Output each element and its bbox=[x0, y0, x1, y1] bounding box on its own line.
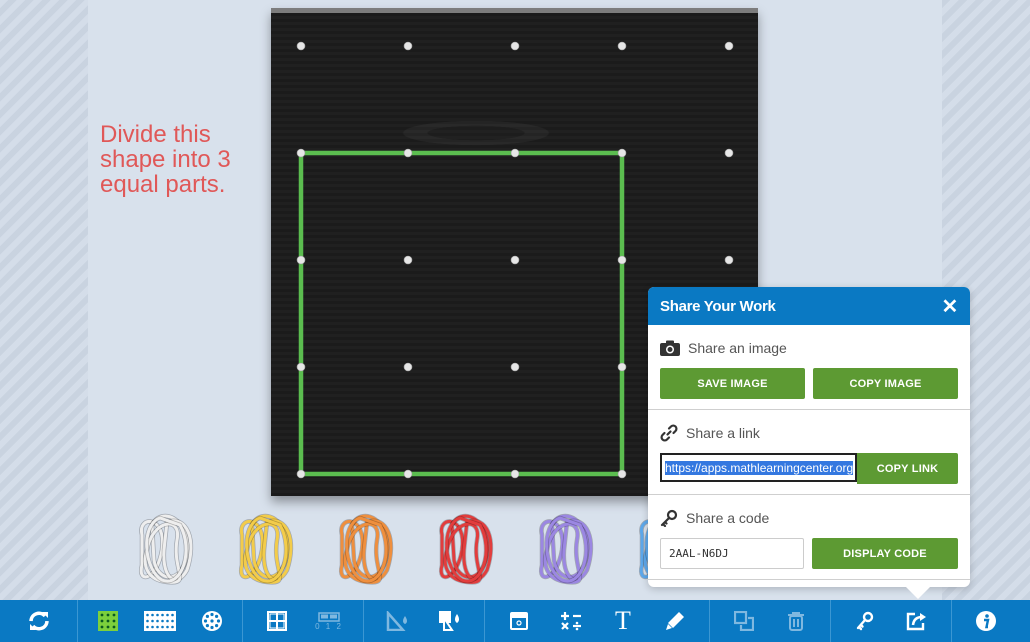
peg[interactable] bbox=[296, 41, 306, 51]
grid-5x5-icon bbox=[98, 611, 118, 631]
toolbar-group-reset bbox=[0, 600, 78, 642]
peg[interactable] bbox=[617, 255, 627, 265]
peg[interactable] bbox=[403, 255, 413, 265]
share-panel-header: Share Your Work ✕ bbox=[648, 287, 970, 325]
copy-image-button[interactable]: COPY IMAGE bbox=[813, 368, 958, 399]
share-image-title: Share an image bbox=[688, 340, 787, 356]
share-link-title: Share a link bbox=[686, 425, 760, 441]
fill-shape-icon bbox=[439, 611, 459, 631]
share-link-section: Share a link https://apps.mathlearningce… bbox=[648, 410, 970, 495]
toolbar-group-edit bbox=[710, 600, 831, 642]
toolbar-group-annotate: T bbox=[485, 600, 710, 642]
display-code-button[interactable]: DISPLAY CODE bbox=[812, 538, 958, 569]
toolbar-group-share bbox=[831, 600, 952, 642]
trash-icon bbox=[788, 612, 804, 631]
angle-measure-icon bbox=[386, 611, 407, 631]
toolbar-group-measure bbox=[364, 600, 485, 642]
duplicate-icon bbox=[734, 611, 754, 631]
peg[interactable] bbox=[403, 469, 413, 479]
circle-geoboard-icon bbox=[202, 611, 222, 631]
reset-button[interactable] bbox=[13, 600, 65, 642]
angle-measure-button[interactable] bbox=[372, 600, 424, 642]
grid-large-button[interactable] bbox=[134, 600, 186, 642]
peg[interactable] bbox=[296, 255, 306, 265]
peg[interactable] bbox=[617, 148, 627, 158]
key-icon bbox=[660, 509, 678, 527]
peg[interactable] bbox=[617, 469, 627, 479]
peg[interactable] bbox=[724, 255, 734, 265]
share-code-field[interactable]: 2AAL-N6DJ bbox=[660, 538, 804, 569]
peg[interactable] bbox=[724, 41, 734, 51]
peg[interactable] bbox=[724, 148, 734, 158]
key-icon bbox=[856, 611, 874, 631]
duplicate-button[interactable] bbox=[718, 600, 770, 642]
cover-icon bbox=[510, 612, 528, 630]
peg[interactable] bbox=[510, 255, 520, 265]
pencil-icon bbox=[666, 612, 684, 630]
info-icon bbox=[976, 611, 996, 631]
close-icon[interactable]: ✕ bbox=[942, 294, 959, 319]
rubber-band-shape[interactable] bbox=[298, 150, 625, 477]
reset-icon bbox=[28, 611, 49, 631]
peg[interactable] bbox=[296, 148, 306, 158]
link-icon bbox=[660, 424, 678, 442]
pencil-button[interactable] bbox=[649, 600, 701, 642]
rubber-band-red[interactable] bbox=[432, 510, 502, 590]
rubber-band-tray bbox=[130, 510, 694, 590]
math-symbols-button[interactable] bbox=[545, 600, 597, 642]
copy-link-button[interactable]: COPY LINK bbox=[857, 453, 958, 484]
share-button[interactable] bbox=[891, 600, 943, 642]
peg[interactable] bbox=[510, 469, 520, 479]
peg[interactable] bbox=[403, 41, 413, 51]
share-link-url: https://apps.mathlearningcenter.org bbox=[665, 460, 854, 475]
grid-large-icon bbox=[144, 611, 176, 631]
toolbar-group-info bbox=[952, 600, 1012, 642]
circle-geoboard-button[interactable] bbox=[186, 600, 238, 642]
math-symbols-icon bbox=[561, 612, 581, 631]
grid-lines-icon bbox=[267, 611, 287, 631]
rubber-band-white[interactable] bbox=[132, 510, 202, 590]
share-image-section: Share an image SAVE IMAGE COPY IMAGE bbox=[648, 325, 970, 410]
trash-button[interactable] bbox=[770, 600, 822, 642]
number-line-button[interactable]: 0 1 2 bbox=[303, 600, 355, 642]
peg[interactable] bbox=[510, 41, 520, 51]
peg[interactable] bbox=[296, 362, 306, 372]
number-line-icon bbox=[318, 611, 340, 622]
share-code-title: Share a code bbox=[686, 510, 770, 526]
peg[interactable] bbox=[510, 362, 520, 372]
grid-lines-button[interactable] bbox=[251, 600, 303, 642]
key-button[interactable] bbox=[839, 600, 891, 642]
camera-icon bbox=[660, 340, 680, 356]
peg[interactable] bbox=[403, 362, 413, 372]
share-panel-pointer bbox=[906, 587, 930, 599]
toolbar-group-grid: 0 1 2 bbox=[243, 600, 364, 642]
grid-5x5-button[interactable] bbox=[82, 600, 134, 642]
share-icon bbox=[906, 612, 926, 631]
peg[interactable] bbox=[403, 148, 413, 158]
rubber-band-orange[interactable] bbox=[332, 510, 402, 590]
peg[interactable] bbox=[510, 148, 520, 158]
peg[interactable] bbox=[617, 41, 627, 51]
share-code-section: Share a code 2AAL-N6DJ DISPLAY CODE bbox=[648, 495, 970, 580]
fill-shape-button[interactable] bbox=[424, 600, 476, 642]
rubber-band-yellow[interactable] bbox=[232, 510, 302, 590]
peg[interactable] bbox=[296, 469, 306, 479]
toolbar: 0 1 2 T bbox=[0, 600, 1030, 642]
peg[interactable] bbox=[617, 362, 627, 372]
text-icon: T bbox=[615, 606, 631, 635]
info-button[interactable] bbox=[960, 600, 1012, 642]
cover-button[interactable] bbox=[493, 600, 545, 642]
toolbar-group-boards bbox=[78, 600, 243, 642]
task-prompt: Divide this shape into 3 equal parts. bbox=[100, 121, 231, 198]
share-panel-title: Share Your Work bbox=[660, 297, 776, 315]
number-line-label: 0 1 2 bbox=[315, 621, 343, 631]
rubber-band-purple[interactable] bbox=[532, 510, 602, 590]
share-panel: Share Your Work ✕ Share an image SAVE IM… bbox=[648, 287, 970, 599]
save-image-button[interactable]: SAVE IMAGE bbox=[660, 368, 805, 399]
text-button[interactable]: T bbox=[597, 600, 649, 642]
share-link-input[interactable]: https://apps.mathlearningcenter.org bbox=[660, 453, 857, 482]
